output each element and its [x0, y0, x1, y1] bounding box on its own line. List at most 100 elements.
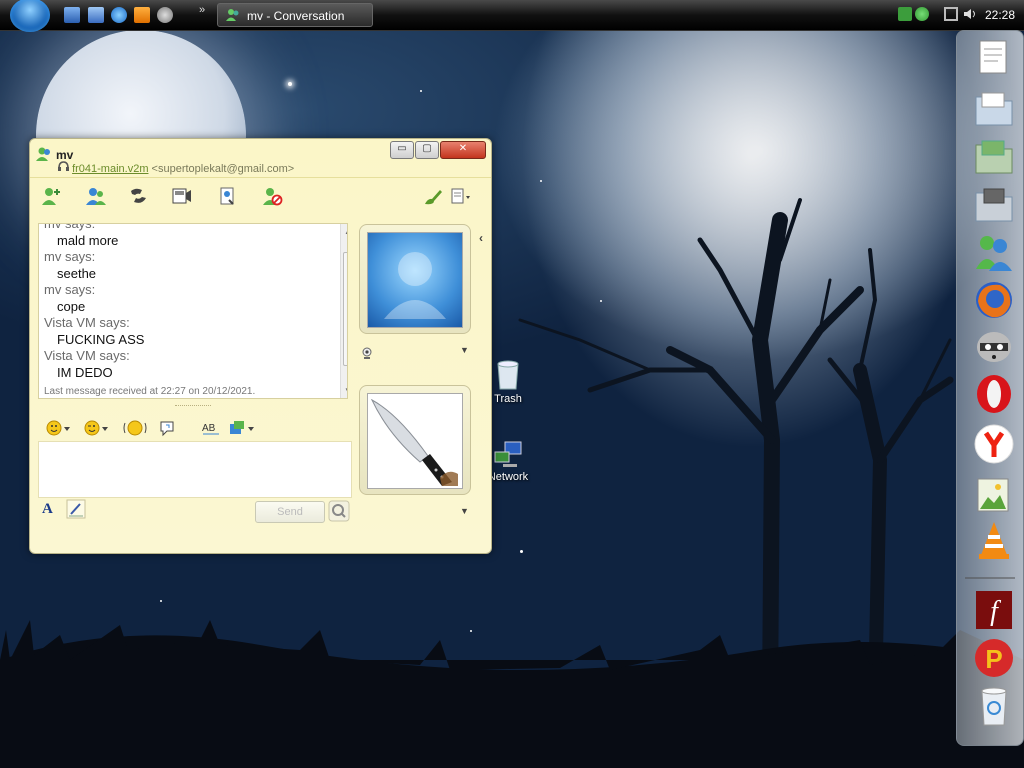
trash-label: Trash — [494, 393, 522, 405]
window-title: mv — [56, 148, 74, 162]
message-sender: mv says: — [44, 249, 96, 264]
maximize-button[interactable]: ▢ — [415, 141, 439, 159]
video-call-icon[interactable] — [171, 186, 193, 206]
contact-subtitle: fr041-main.v2m <supertoplekalt@gmail.com… — [58, 161, 294, 175]
folder-icon[interactable] — [972, 183, 1016, 225]
taskbar-conversation-button[interactable]: mv - Conversation — [217, 3, 373, 27]
my-picture-menu-icon[interactable]: ▼ — [460, 506, 469, 516]
raccoon-icon[interactable] — [972, 325, 1016, 367]
avatar — [367, 232, 463, 328]
games-icon[interactable] — [217, 186, 239, 206]
block-contact-icon[interactable] — [261, 186, 283, 206]
network-label: Network — [487, 471, 529, 483]
collapse-pane-icon[interactable]: ‹ — [479, 231, 483, 245]
nudge-icon[interactable] — [122, 419, 148, 437]
media-player-icon[interactable] — [134, 7, 150, 23]
message-text: FUCKING ASS — [57, 332, 145, 347]
folder-icon[interactable] — [972, 135, 1016, 177]
yandex-icon[interactable] — [972, 423, 1016, 465]
send-button[interactable]: Send — [255, 501, 325, 523]
chat-scrollbar[interactable]: ▲ ▼ — [340, 224, 347, 398]
opera-icon[interactable] — [972, 373, 1016, 415]
contact-display-picture[interactable] — [359, 224, 471, 334]
last-message-status: Last message received at 22:27 on 20/12/… — [44, 386, 256, 397]
raccoon-icon[interactable] — [157, 7, 173, 23]
internet-explorer-icon[interactable] — [111, 7, 127, 23]
handwriting-icon[interactable] — [66, 499, 86, 519]
start-button[interactable] — [10, 0, 50, 32]
scroll-down-icon[interactable]: ▼ — [344, 386, 347, 395]
conversation-toolbar — [30, 177, 491, 216]
webcam-icon[interactable] — [361, 347, 373, 359]
emoticon-icon[interactable] — [46, 419, 72, 437]
taskbar: » mv - Conversation 22:28 — [0, 0, 1024, 32]
conversation-window[interactable]: mv fr041-main.v2m <supertoplekalt@gmail.… — [29, 138, 492, 554]
switch-windows-icon[interactable] — [88, 7, 104, 23]
menu-icon[interactable] — [450, 186, 472, 206]
spellcheck-icon[interactable]: AB — [201, 419, 223, 437]
formatting-toolbar: AB — [38, 415, 350, 441]
message-sender: mv says: — [44, 223, 96, 231]
minimize-button[interactable]: ▭ — [390, 141, 414, 159]
image-viewer-icon[interactable] — [972, 473, 1016, 515]
recycle-bin-icon — [497, 360, 519, 390]
security-tray-icon[interactable] — [898, 7, 912, 21]
network-desktop-icon[interactable]: Network — [486, 440, 530, 483]
messenger-tray-icon[interactable] — [915, 7, 929, 21]
share-files-icon[interactable] — [85, 186, 107, 206]
call-icon[interactable] — [128, 186, 150, 206]
flash-icon[interactable]: f — [972, 589, 1016, 631]
message-sender: mv says: — [44, 282, 96, 297]
wink-icon[interactable] — [84, 419, 110, 437]
paintbrush-icon[interactable] — [422, 186, 444, 206]
folder-icon[interactable] — [972, 87, 1016, 129]
svg-text:P: P — [985, 644, 1002, 674]
scroll-up-icon[interactable]: ▲ — [344, 227, 347, 236]
messenger-icon — [36, 147, 50, 161]
my-display-picture[interactable] — [359, 385, 471, 495]
search-icon[interactable] — [328, 500, 350, 522]
recycle-bin-icon[interactable] — [972, 685, 1016, 727]
scrollbar-thumb[interactable] — [343, 252, 347, 366]
message-text: seethe — [57, 266, 97, 281]
documents-icon[interactable] — [972, 37, 1016, 79]
show-desktop-icon[interactable] — [64, 7, 80, 23]
default-user-icon — [384, 252, 446, 319]
network-tray-icon[interactable] — [944, 7, 958, 21]
headset-icon — [58, 161, 69, 171]
voice-clip-icon[interactable] — [158, 419, 178, 437]
contact-account-link[interactable]: fr041-main.v2m — [72, 163, 148, 175]
p-app-icon[interactable]: P — [972, 637, 1016, 679]
contact-email: <supertoplekalt@gmail.com> — [151, 163, 295, 175]
dock: f P — [956, 30, 1024, 746]
messenger-icon — [226, 9, 239, 21]
quicklaunch-chevron-icon[interactable]: » — [199, 4, 205, 16]
knife-image — [370, 398, 458, 486]
firefox-icon[interactable] — [972, 279, 1016, 321]
message-text: cope — [57, 299, 86, 314]
message-text: mald more — [57, 233, 119, 248]
font-icon[interactable]: A — [42, 501, 53, 518]
dock-separator — [965, 577, 1015, 579]
chat-history[interactable]: mv says: mald more mv says: seethe mv sa… — [38, 223, 348, 399]
network-icon — [494, 441, 522, 467]
vlc-icon[interactable] — [972, 519, 1016, 561]
message-sender: Vista VM says: — [44, 315, 130, 330]
message-text: IM DEDO — [57, 365, 113, 380]
star — [288, 82, 292, 86]
close-button[interactable]: ✕ — [440, 141, 486, 159]
contact-picture-menu-icon[interactable]: ▼ — [460, 345, 469, 355]
trash-desktop-icon[interactable]: Trash — [488, 360, 528, 405]
background-icon[interactable] — [228, 419, 256, 437]
volume-icon[interactable] — [963, 7, 977, 21]
message-sender: Vista VM says: — [44, 348, 130, 363]
message-input[interactable] — [38, 441, 352, 498]
svg-text:AB: AB — [202, 423, 216, 434]
taskbar-conversation-label: mv - Conversation — [247, 9, 345, 23]
splitter-handle[interactable] — [175, 405, 211, 406]
star — [420, 90, 422, 92]
invite-contact-icon[interactable] — [41, 186, 63, 206]
contacts-icon[interactable] — [972, 231, 1016, 273]
grass-silhouette — [0, 620, 1024, 768]
clock[interactable]: 22:28 — [985, 8, 1015, 22]
